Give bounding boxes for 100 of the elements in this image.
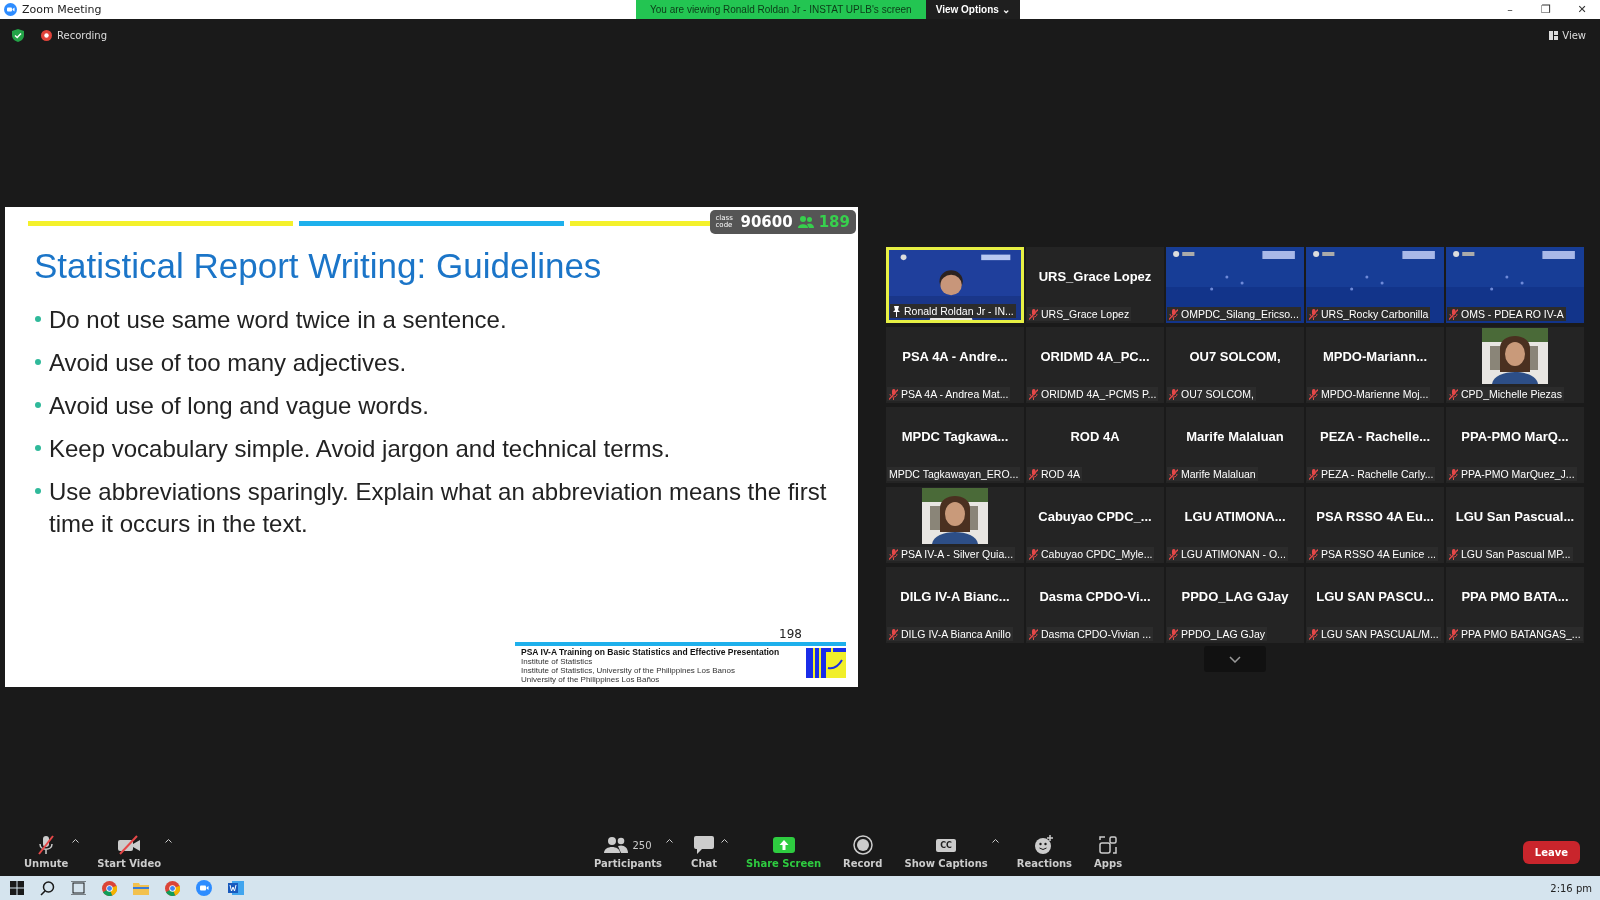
slide-title: Statistical Report Writing: Guidelines	[33, 245, 603, 286]
toolbar-button[interactable]: 250 Participants	[590, 835, 667, 869]
caret-icon[interactable]	[72, 839, 80, 843]
zoom-logo-icon	[4, 3, 17, 16]
participant-tile[interactable]: PEZA - Rachelle... PEZA - Rachelle Carly...	[1306, 407, 1444, 483]
participant-name-label: LGU SAN PASCUAL/M...	[1307, 627, 1441, 641]
caret-icon[interactable]	[165, 839, 173, 843]
participant-tile[interactable]: OMS - PDEA RO IV-A	[1446, 247, 1584, 323]
task-view-icon[interactable]	[71, 881, 86, 895]
participant-name-large: PPA-PMO MarQ...	[1461, 428, 1569, 444]
share-screen-icon	[772, 837, 795, 853]
participant-tile[interactable]: MPDO-Mariann... MPDO-Marienne Moj...	[1306, 327, 1444, 403]
participant-tile[interactable]: PPDO_LAG GJay PPDO_LAG GJay	[1166, 567, 1304, 643]
participant-name-large: Dasma CPDO-Vi...	[1039, 588, 1151, 604]
muted-mic-icon	[36, 835, 57, 855]
participant-name-label: CPD_Michelle Piezas	[1447, 387, 1564, 401]
participant-tile[interactable]: PSA RSSO 4A Eu... PSA RSSO 4A Eunice ...	[1306, 487, 1444, 563]
participant-name-large: PSA 4A - Andre...	[902, 348, 1008, 364]
participant-name-label: PSA IV-A - Silver Quia...	[887, 547, 1016, 561]
view-button[interactable]: View	[1543, 28, 1592, 42]
footer-text: Institute of Statistics	[521, 657, 594, 666]
participant-name-label: Cabuyao CPDC_Myle...	[1027, 547, 1155, 561]
video-off-icon	[117, 835, 142, 855]
bullet-text: Avoid use of long and vague words.	[49, 391, 429, 421]
participant-tile[interactable]: URS_Grace Lopez URS_Grace Lopez	[1026, 247, 1164, 323]
bullet-icon	[35, 402, 41, 408]
participant-name-label: ORIDMD 4A_-PCMS P...	[1027, 387, 1159, 401]
participant-name-large: MPDC Tagkawa...	[901, 428, 1009, 444]
participant-tile[interactable]: LGU ATIMONA... LGU ATIMONAN - O...	[1166, 487, 1304, 563]
toolbar-button[interactable]: Reactions	[1012, 835, 1077, 869]
search-icon[interactable]	[40, 880, 55, 896]
leave-button[interactable]: Leave	[1522, 840, 1580, 864]
layout-icon	[1549, 30, 1559, 40]
bullet-text: Keep vocabulary simple. Avoid jargon and technical terms.	[49, 434, 671, 464]
folder-icon[interactable]	[133, 881, 149, 895]
participant-tile[interactable]: URS_Rocky Carbonilla	[1306, 247, 1444, 323]
window-control-button[interactable]: –	[1492, 2, 1528, 17]
participant-name-large: URS_Grace Lopez	[1038, 268, 1152, 284]
chevron-down-icon	[1229, 655, 1241, 663]
shield-icon	[12, 28, 24, 42]
participant-tile[interactable]: Cabuyao CPDC_... Cabuyao CPDC_Myle...	[1026, 487, 1164, 563]
participant-tile[interactable]: ROD 4A ROD 4A	[1026, 407, 1164, 483]
bullet-icon	[35, 445, 41, 451]
participant-tile[interactable]: ORIDMD 4A_PC... ORIDMD 4A_-PCMS P...	[1026, 327, 1164, 403]
attendee-count: 189	[818, 213, 850, 231]
caret-icon[interactable]	[991, 839, 999, 843]
toolbar-button[interactable]: Record	[839, 835, 887, 869]
recording-label: Recording	[57, 29, 107, 41]
participant-tile[interactable]: Dasma CPDO-Vi... Dasma CPDO-Vivian ...	[1026, 567, 1164, 643]
participant-name-label: URS_Grace Lopez	[1027, 307, 1132, 321]
windows-start-icon[interactable]	[10, 881, 24, 895]
window-control-button[interactable]: ❐	[1528, 2, 1564, 17]
participant-name-label: PPA PMO BATANGAS_...	[1447, 627, 1583, 641]
caret-icon[interactable]	[721, 839, 729, 843]
participant-tile[interactable]: OU7 SOLCOM, OU7 SOLCOM,	[1166, 327, 1304, 403]
participant-tile[interactable]: PSA 4A - Andre... PSA 4A - Andrea Mat...	[886, 327, 1024, 403]
logo-icon	[806, 648, 846, 678]
zoom-app-icon[interactable]	[196, 880, 212, 896]
toolbar-button[interactable]: Chat	[687, 835, 722, 869]
participant-tile[interactable]: Ronald Roldan Jr - IN...	[886, 247, 1024, 323]
chrome-icon[interactable]	[102, 880, 117, 896]
participant-name-label: URS_Rocky Carbonilla	[1307, 307, 1431, 321]
participant-tile[interactable]: CPD_Michelle Piezas	[1446, 327, 1584, 403]
chat-icon	[694, 836, 715, 854]
participant-tile[interactable]: DILG IV-A Bianc... DILG IV-A Bianca Anillo	[886, 567, 1024, 643]
participant-name-label: PEZA - Rachelle Carly...	[1307, 467, 1436, 481]
apps-icon	[1099, 836, 1118, 854]
participant-name-large: LGU SAN PASCU...	[1316, 588, 1434, 604]
participant-name-large: Cabuyao CPDC_...	[1038, 508, 1152, 524]
participant-tile[interactable]: PPA-PMO MarQ... PPA-PMO MarQuez_J...	[1446, 407, 1584, 483]
document-app-icon[interactable]	[228, 880, 244, 896]
toolbar-button[interactable]: CC Show Captions	[900, 835, 992, 869]
participant-tile[interactable]: PPA PMO BATA... PPA PMO BATANGAS_...	[1446, 567, 1584, 643]
share-banner: You are viewing Ronald Roldan Jr - INSTAT UPLB's screen	[636, 0, 926, 19]
participant-tile[interactable]: PSA IV-A - Silver Quia...	[886, 487, 1024, 563]
participant-tile[interactable]: Marife Malaluan Marife Malaluan	[1166, 407, 1304, 483]
participant-tile[interactable]: LGU SAN PASCU... LGU SAN PASCUAL/M...	[1306, 567, 1444, 643]
toolbar-button[interactable]: Share Screen	[742, 835, 826, 869]
footer-text: University of the Philippines Los Baños	[521, 675, 661, 684]
footer-text: PSA IV-A Training on Basic Statistics and Effective Presentation	[521, 648, 780, 657]
chrome-icon[interactable]	[165, 880, 180, 896]
participant-name-large: Marife Malaluan	[1186, 428, 1284, 444]
participant-name-label: LGU San Pascual MP...	[1447, 547, 1573, 561]
toolbar-button[interactable]: Unmute	[20, 835, 73, 869]
participant-name-label: OMS - PDEA RO IV-A	[1447, 307, 1566, 321]
view-options-button[interactable]: View Options ⌄	[925, 0, 1020, 19]
participant-name-large: DILG IV-A Bianc...	[900, 588, 1010, 604]
toolbar-button[interactable]: Apps	[1090, 835, 1127, 869]
participant-tile[interactable]: LGU San Pascual... LGU San Pascual MP...	[1446, 487, 1584, 563]
bullet-text: Use abbreviations sparingly. Explain what an abbreviation means the first time it occurs in the text.	[49, 477, 828, 539]
caret-icon[interactable]	[666, 839, 674, 843]
participant-tile[interactable]: MPDC Tagkawa... MPDC Tagkawayan_ERO...	[886, 407, 1024, 483]
bullet-text: Do not use same word twice in a sentence.	[49, 305, 507, 335]
participant-tile[interactable]: OMPDC_Silang_Ericso...	[1166, 247, 1304, 323]
participant-name-label: ROD 4A	[1027, 467, 1083, 481]
record-icon	[852, 835, 873, 855]
footer-text: Institute of Statistics, University of the Philippines Los Banos	[521, 666, 736, 675]
window-control-button[interactable]: ✕	[1564, 2, 1600, 17]
participant-name-label: LGU ATIMONAN - O...	[1167, 547, 1288, 561]
toolbar-button[interactable]: Start Video	[93, 835, 166, 869]
